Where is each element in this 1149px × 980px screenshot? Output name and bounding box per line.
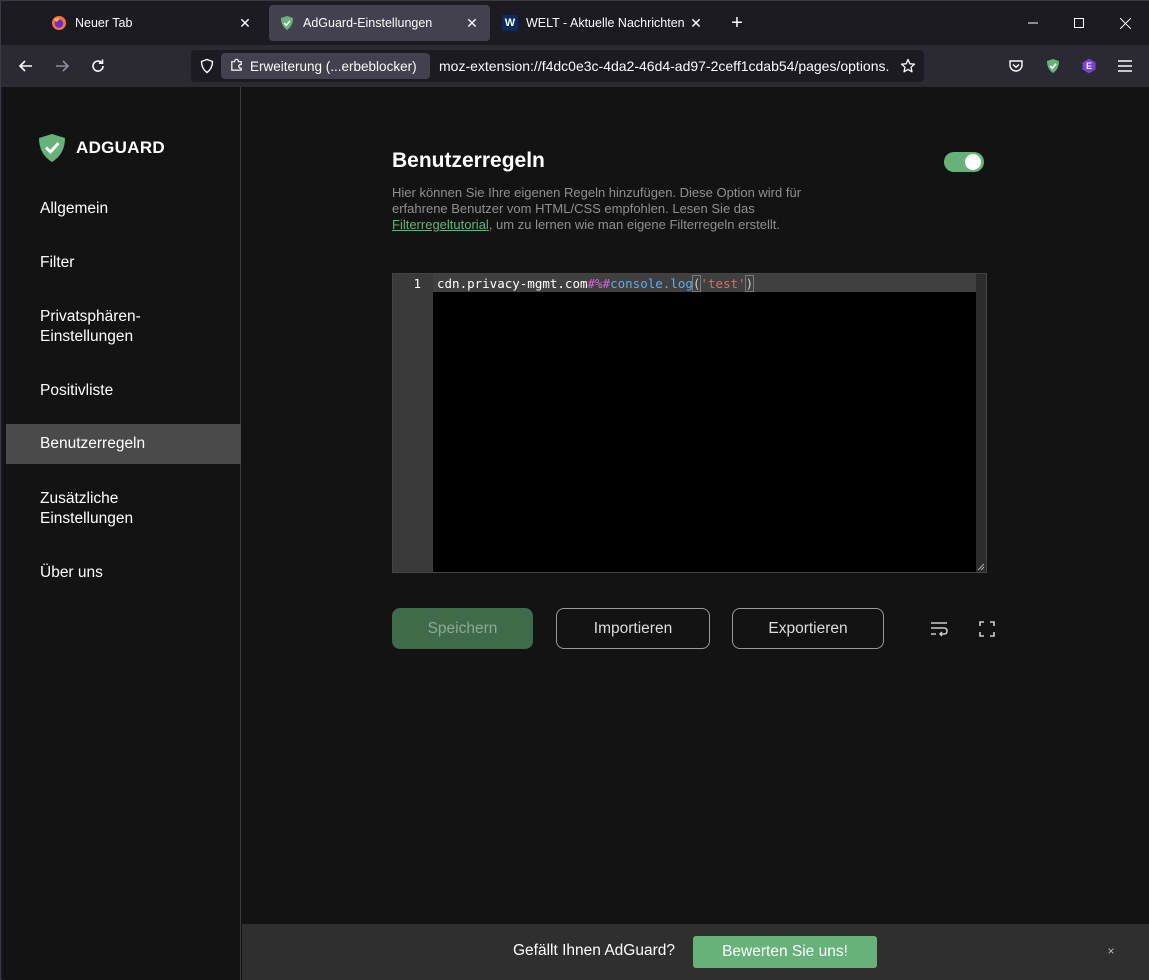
adguard-shield-icon (279, 15, 295, 31)
sidebar: ADGUARD Allgemein Filter Privatsphären- … (2, 87, 241, 980)
line-number-gutter: 1 (393, 274, 433, 572)
fullscreen-icon[interactable] (975, 617, 999, 641)
save-button[interactable]: Speichern (392, 608, 533, 649)
navigation-toolbar: Erweiterung (...erbeblocker) moz-extensi… (1, 45, 1149, 87)
import-button[interactable]: Importieren (556, 608, 710, 649)
line-number: 1 (413, 276, 421, 291)
bookmark-star-icon[interactable] (898, 56, 918, 76)
user-rules-toggle[interactable] (944, 152, 984, 172)
purple-extension-icon[interactable]: E (1074, 51, 1104, 81)
sidebar-item-positivliste[interactable]: Positivliste (6, 381, 241, 401)
welt-logo-icon: W (502, 15, 518, 31)
sidebar-item-zusaetzliche-einstellungen[interactable]: Zusätzliche Einstellungen (6, 489, 241, 529)
page-description: Hier können Sie Ihre eigenen Regeln hinz… (392, 185, 802, 232)
maximize-button[interactable] (1056, 1, 1102, 45)
tab-title: Neuer Tab (75, 16, 133, 30)
toggle-knob (965, 154, 981, 170)
tracking-protection-shield-icon[interactable] (197, 56, 217, 76)
close-window-button[interactable] (1102, 1, 1148, 45)
export-button[interactable]: Exportieren (732, 608, 884, 649)
url-bar[interactable]: Erweiterung (...erbeblocker) moz-extensi… (191, 50, 924, 82)
page-content: ADGUARD Allgemein Filter Privatsphären- … (2, 87, 1149, 980)
hamburger-menu-icon[interactable] (1110, 51, 1140, 81)
rating-question: Gefällt Ihnen AdGuard? (513, 942, 676, 959)
filter-rules-tutorial-link[interactable]: Filterregeltutorial (392, 217, 489, 232)
adguard-extension-icon[interactable] (1038, 51, 1068, 81)
sidebar-item-allgemein[interactable]: Allgemein (6, 199, 241, 219)
tab-title: WELT - Aktuelle Nachrichten, Ne (526, 16, 684, 30)
resize-handle-icon[interactable] (975, 561, 985, 571)
adguard-logo: ADGUARD (38, 133, 165, 163)
pocket-icon[interactable] (1001, 51, 1031, 81)
sidebar-item-privatsphaere[interactable]: Privatsphären- Einstellungen (6, 307, 241, 347)
tab-strip: Neuer Tab ✕ AdGuard-Einstellungen ✕ W WE… (1, 1, 1149, 45)
minimize-button[interactable] (1010, 1, 1056, 45)
line-wrap-icon[interactable] (927, 617, 951, 641)
sidebar-item-label: Benutzerregeln (40, 435, 146, 452)
close-tab-icon[interactable]: ✕ (460, 11, 484, 35)
adguard-logo-shield-icon (39, 134, 65, 162)
editor-scrollbar[interactable] (976, 274, 986, 572)
rules-editor[interactable]: 1 cdn.privacy-mgmt.com#%#console.log('te… (392, 273, 987, 573)
puzzle-piece-icon (229, 57, 244, 75)
site-identity-box[interactable]: Erweiterung (...erbeblocker) (221, 53, 430, 79)
sidebar-item-ueber-uns[interactable]: Über uns (6, 563, 241, 583)
rating-footer: Gefällt Ihnen AdGuard? Bewerten Sie uns!… (242, 924, 1149, 980)
reload-button[interactable] (83, 51, 113, 81)
close-tab-icon[interactable]: ✕ (684, 11, 708, 35)
tab-adguard-settings[interactable]: AdGuard-Einstellungen ✕ (269, 5, 490, 41)
back-button[interactable] (11, 51, 41, 81)
firefox-icon (51, 15, 67, 31)
page-title: Benutzerregeln (392, 149, 545, 172)
forward-button[interactable] (47, 51, 77, 81)
url-text[interactable]: moz-extension://f4dc0e3c-4da2-46d4-ad97-… (439, 58, 889, 74)
code-line[interactable]: cdn.privacy-mgmt.com#%#console.log('test… (437, 275, 755, 292)
new-tab-button[interactable]: + (723, 11, 751, 35)
browser-window: Neuer Tab ✕ AdGuard-Einstellungen ✕ W WE… (0, 0, 1149, 980)
extension-badge-letter: E (1085, 61, 1092, 71)
sidebar-item-benutzerregeln[interactable]: Benutzerregeln (6, 424, 241, 464)
rate-us-button[interactable]: Bewerten Sie uns! (693, 936, 877, 968)
main-panel: Benutzerregeln Hier können Sie Ihre eige… (242, 87, 1149, 980)
close-footer-icon[interactable]: × (1104, 944, 1118, 958)
tab-title: AdGuard-Einstellungen (303, 16, 433, 30)
identity-label: Erweiterung (...erbeblocker) (250, 58, 417, 74)
sidebar-item-filter[interactable]: Filter (6, 253, 241, 273)
brand-name: ADGUARD (76, 138, 165, 157)
tab-welt[interactable]: W WELT - Aktuelle Nachrichten, Ne ✕ (492, 5, 714, 41)
tab-new-tab[interactable]: Neuer Tab ✕ (41, 5, 263, 41)
close-tab-icon[interactable]: ✕ (233, 11, 257, 35)
